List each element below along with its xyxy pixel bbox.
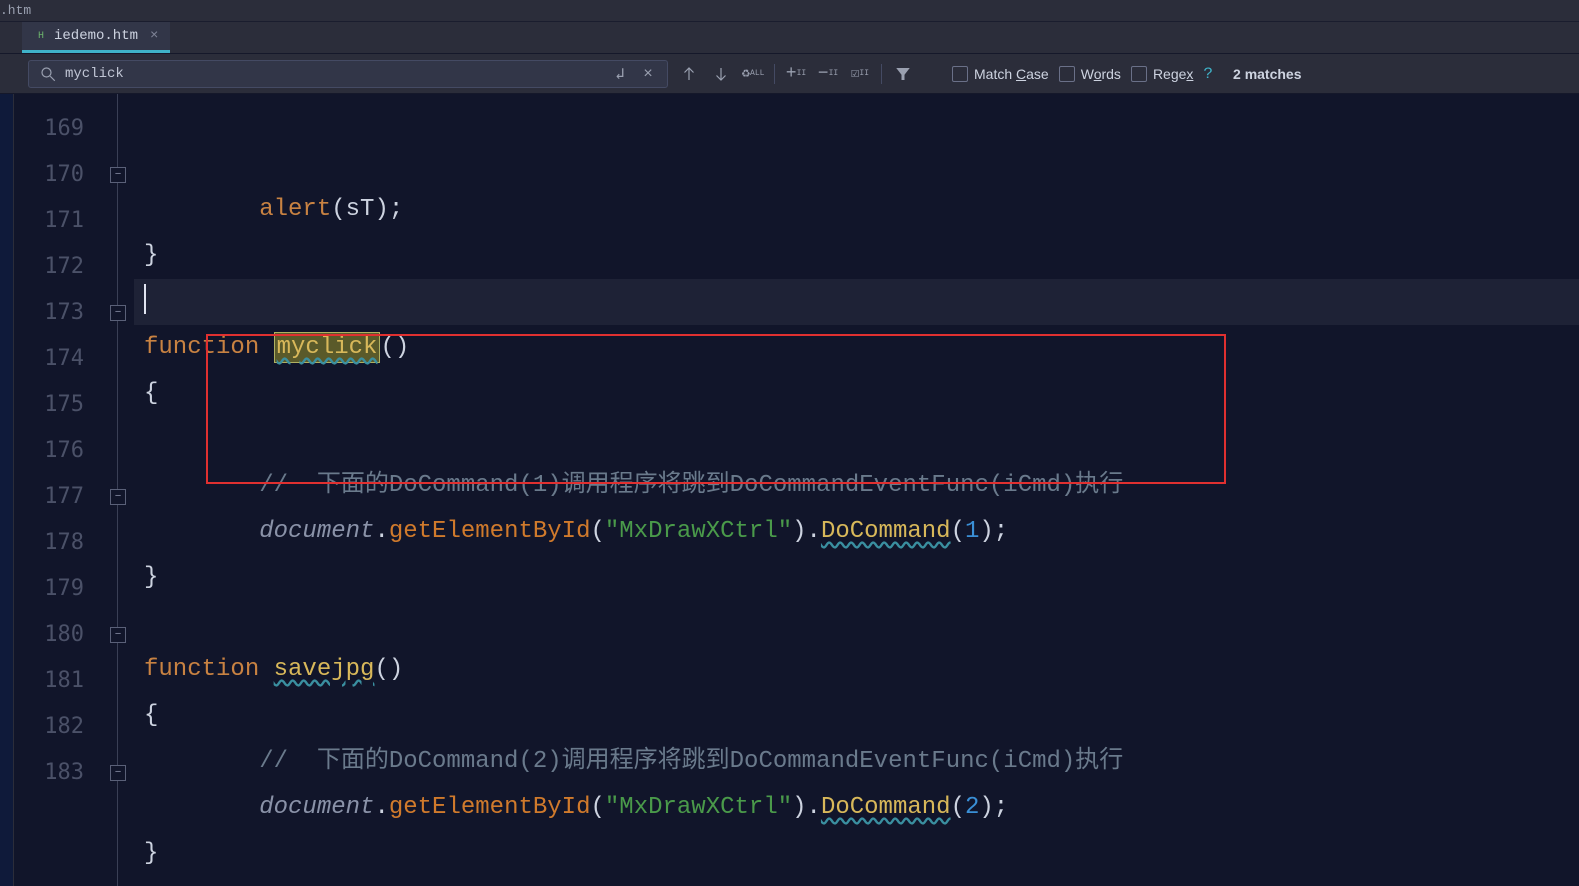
line-number: 172 [20,244,84,290]
code-line[interactable] [134,601,1579,647]
left-gutter-strip [0,94,14,886]
code-line[interactable]: function myclick() [134,325,1579,371]
line-number: 177 [20,474,84,520]
add-selection-icon[interactable]: +II [785,63,807,85]
help-icon[interactable]: ? [1203,65,1213,83]
code-editor[interactable]: 1691701711721731741751761771781791801811… [0,94,1579,886]
line-number-gutter: 1691701711721731741751761771781791801811… [14,94,104,886]
fold-toggle-icon[interactable]: − [110,765,126,781]
tab-bar: H iedemo.htm × [0,22,1579,54]
checkbox-icon [1131,66,1147,82]
prev-occurrence-icon[interactable] [678,63,700,85]
code-line[interactable]: } [134,831,1579,877]
code-line[interactable]: alert(sT); [134,187,1579,233]
separator [881,64,882,84]
code-line[interactable]: document.getElementById("MxDrawXCtrl").D… [134,785,1579,831]
tab-label: iedemo.htm [54,28,138,44]
fold-toggle-icon[interactable]: − [110,305,126,321]
line-number: 176 [20,428,84,474]
regex-checkbox[interactable]: Regex [1131,66,1193,82]
code-line[interactable]: { [134,693,1579,739]
match-case-checkbox[interactable]: Match Case [952,66,1049,82]
remove-selection-icon[interactable]: −II [817,63,839,85]
find-toolbar: ↲ × ♻ALL +II −II ☑II Match Case Words Re… [0,54,1579,94]
toggle-selection-icon[interactable]: ☑II [849,63,871,85]
line-number: 174 [20,336,84,382]
line-number: 171 [20,198,84,244]
search-input[interactable] [65,66,603,82]
fold-column: − − − − − [104,94,134,886]
next-occurrence-icon[interactable] [710,63,732,85]
code-area[interactable]: alert(sT);}function myclick(){ // 下面的DoC… [134,94,1579,886]
line-number: 180 [20,612,84,658]
fold-toggle-icon[interactable]: − [110,167,126,183]
code-line[interactable] [134,417,1579,463]
html-file-icon: H [34,29,48,43]
code-line[interactable] [134,279,1579,325]
search-icon [37,63,59,85]
line-number: 182 [20,704,84,750]
enter-icon[interactable]: ↲ [609,63,631,85]
clear-search-icon[interactable]: × [637,63,659,85]
separator [774,64,775,84]
line-number: 170 [20,152,84,198]
select-all-icon[interactable]: ♻ALL [742,63,764,85]
match-count: 2 matches [1233,66,1301,82]
checkbox-icon [952,66,968,82]
fold-toggle-icon[interactable]: − [110,489,126,505]
line-number: 181 [20,658,84,704]
fold-toggle-icon[interactable]: − [110,627,126,643]
code-line[interactable]: document.getElementById("MxDrawXCtrl").D… [134,509,1579,555]
code-line[interactable]: } [134,555,1579,601]
line-number: 178 [20,520,84,566]
filter-icon[interactable] [892,63,914,85]
words-checkbox[interactable]: Words [1059,66,1121,82]
code-line[interactable]: // 下面的DoCommand(2)调用程序将跳到DoCommandEventF… [134,739,1579,785]
line-number: 173 [20,290,84,336]
code-line[interactable]: } [134,233,1579,279]
breadcrumb: .htm [0,0,1579,22]
line-number: 179 [20,566,84,612]
line-number: 169 [20,106,84,152]
code-line[interactable]: function savejpg() [134,647,1579,693]
code-line[interactable]: // 下面的DoCommand(1)调用程序将跳到DoCommandEventF… [134,463,1579,509]
code-line[interactable]: { [134,371,1579,417]
checkbox-icon [1059,66,1075,82]
close-icon[interactable]: × [150,28,158,44]
tab-iedemo[interactable]: H iedemo.htm × [22,22,170,53]
line-number: 183 [20,750,84,796]
line-number: 175 [20,382,84,428]
search-field[interactable]: ↲ × [28,60,668,88]
